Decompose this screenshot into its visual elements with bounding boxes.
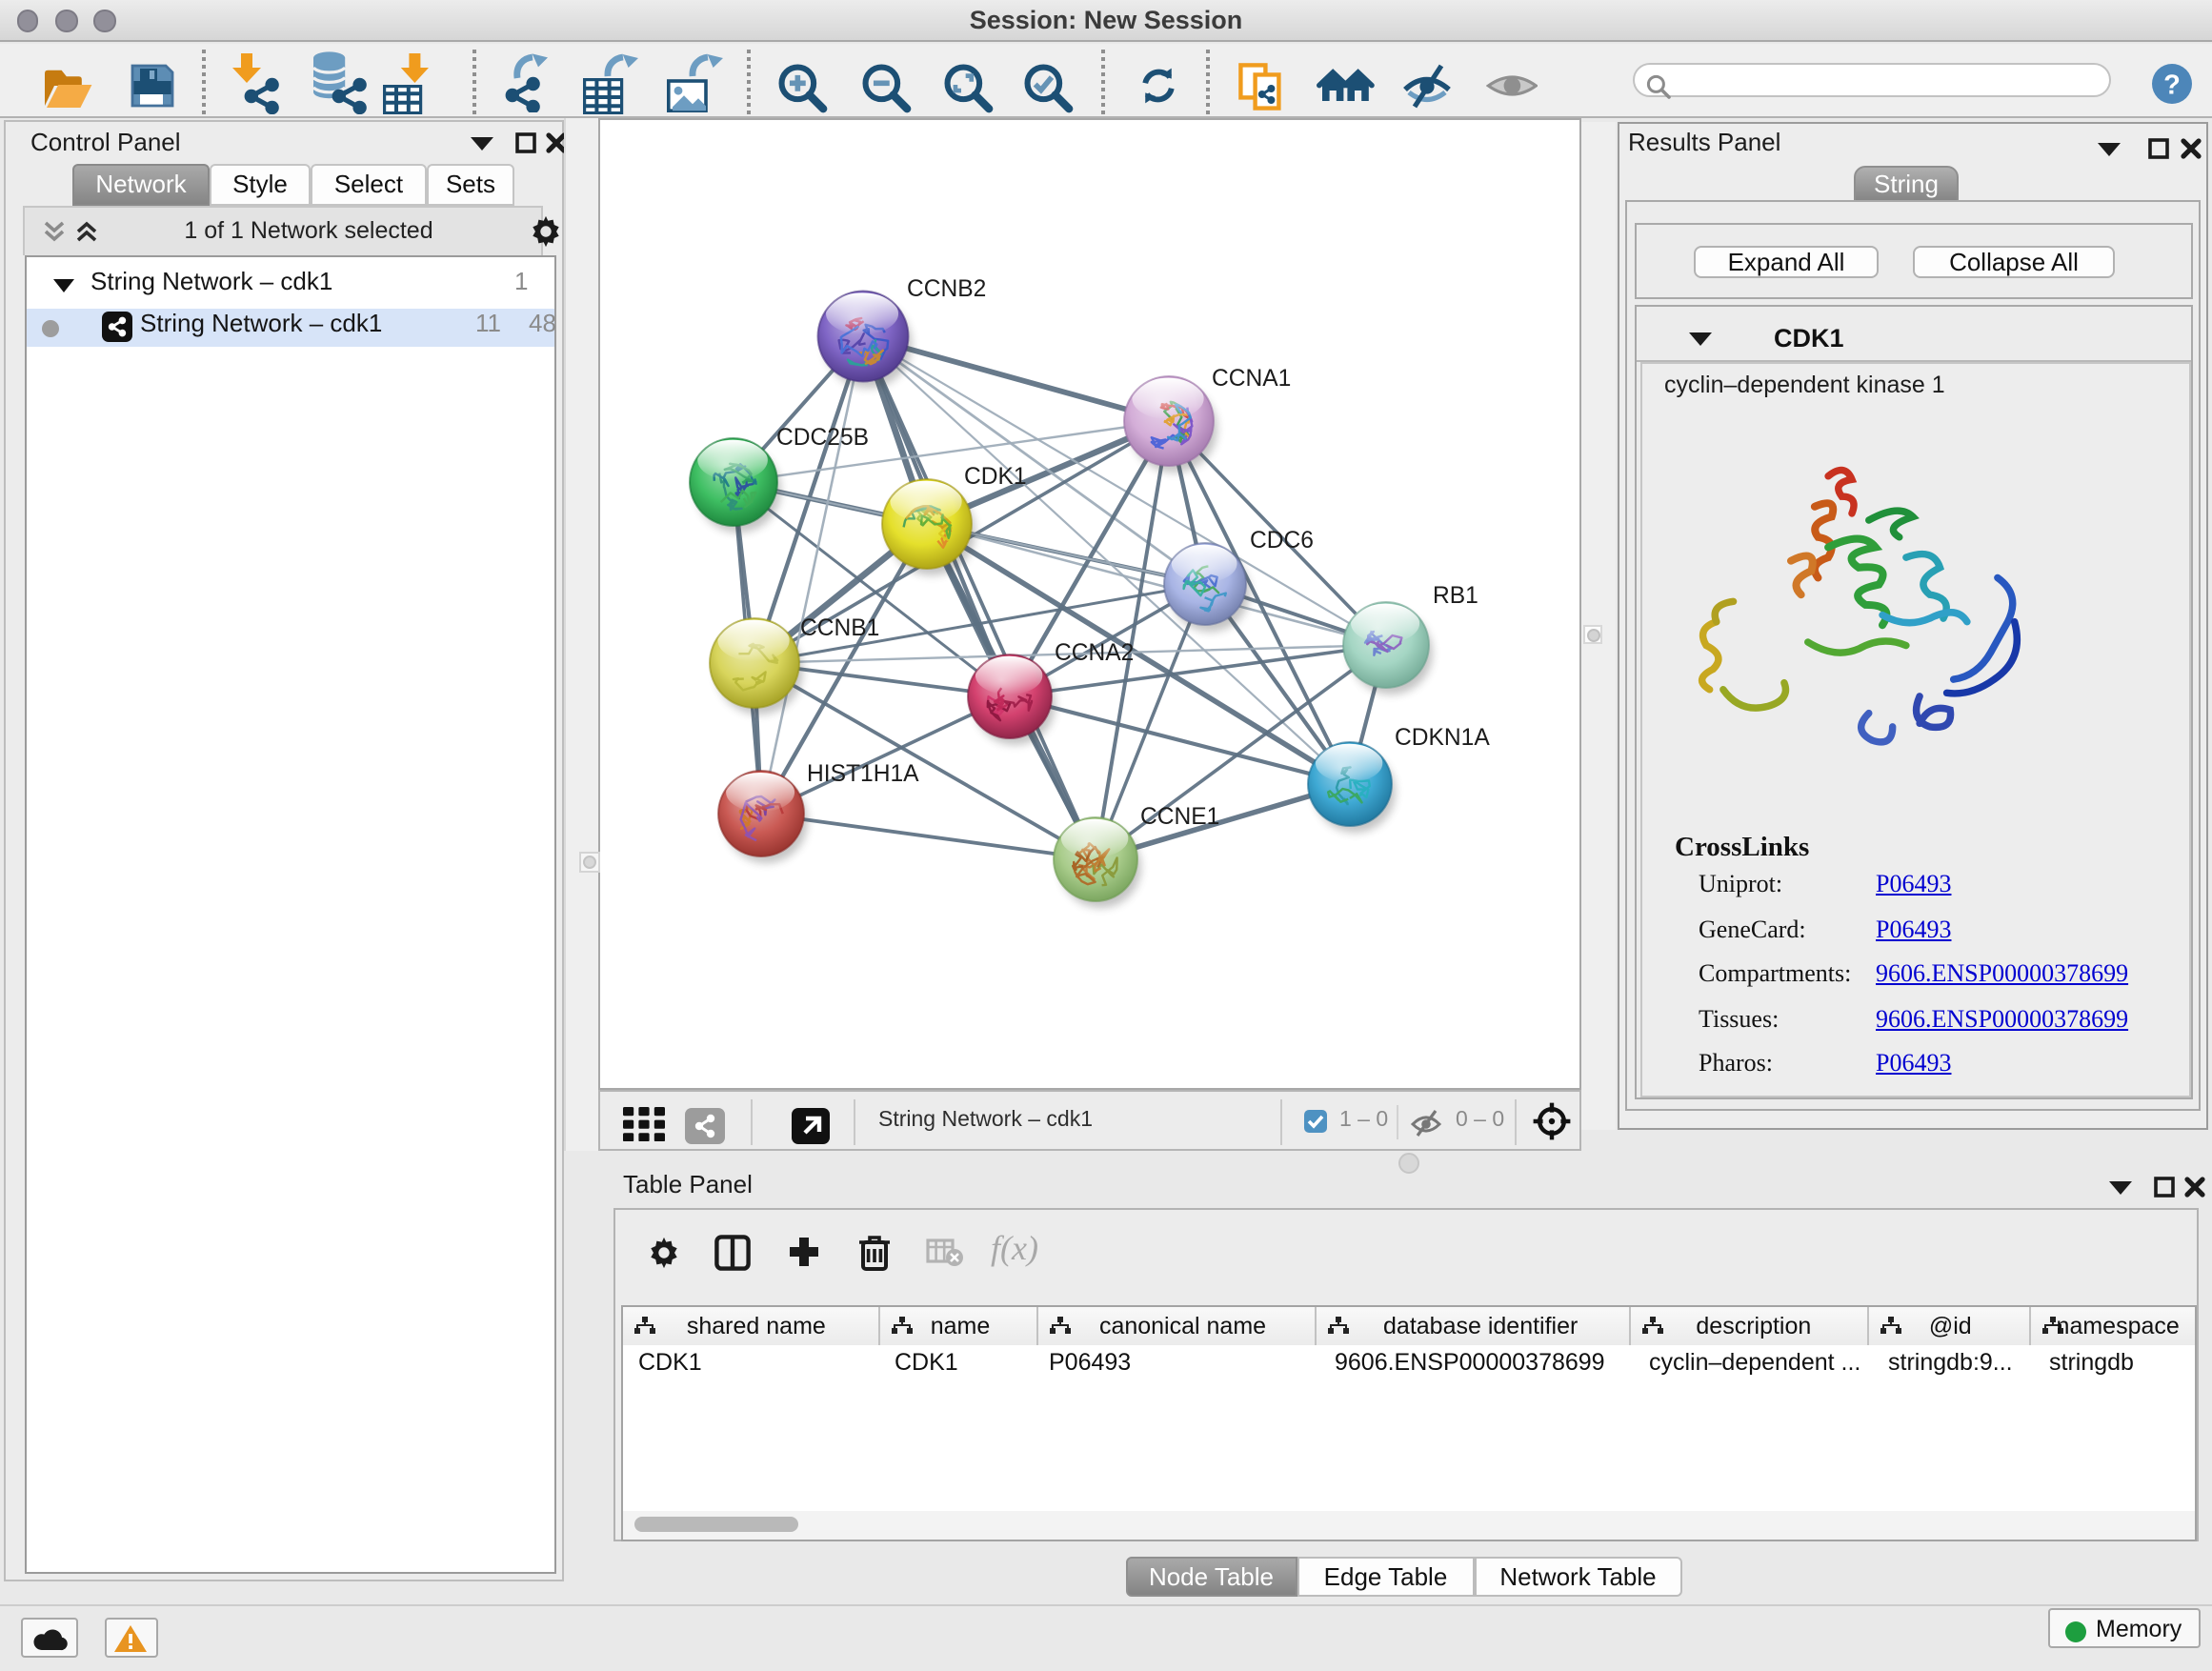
svg-text:CDK1: CDK1	[964, 464, 1027, 490]
svg-text:CCNB1: CCNB1	[800, 615, 879, 641]
svg-text:CCNA2: CCNA2	[1055, 640, 1134, 666]
svg-text:CCNB2: CCNB2	[907, 276, 986, 302]
svg-text:CCNE1: CCNE1	[1140, 804, 1219, 830]
svg-text:CCNA1: CCNA1	[1212, 366, 1291, 392]
svg-text:CDC6: CDC6	[1250, 528, 1314, 554]
svg-text:CDKN1A: CDKN1A	[1395, 725, 1490, 751]
svg-text:?: ?	[2162, 70, 2180, 100]
svg-text:RB1: RB1	[1433, 583, 1478, 609]
svg-text:HIST1H1A: HIST1H1A	[807, 761, 919, 787]
svg-text:CDC25B: CDC25B	[776, 425, 869, 451]
